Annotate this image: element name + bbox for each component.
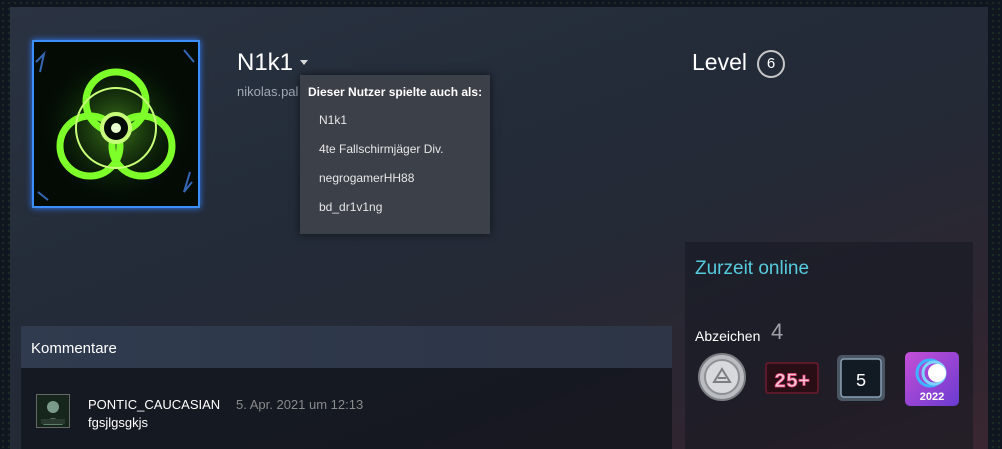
comments-section: Kommentare PONTIC_CAUCASIAN 5. Apr. 2021… — [21, 326, 672, 449]
online-status: Zurzeit online — [695, 258, 810, 279]
comment-author[interactable]: PONTIC_CAUCASIAN — [88, 397, 220, 412]
biohazard-icon — [34, 42, 198, 206]
games-25-label: 25+ — [774, 371, 810, 394]
alias-item: bd_dr1v1ng — [319, 200, 383, 214]
badges-count[interactable]: 4 — [771, 319, 783, 345]
level-badge[interactable]: 6 — [757, 50, 785, 78]
alias-item: negrogamerHH88 — [319, 171, 415, 185]
alias-item: N1k1 — [319, 113, 348, 127]
years-badge-label: 5 — [856, 372, 867, 392]
alias-history-popup: Dieser Nutzer spielte auch als: N1k1 4te… — [300, 75, 490, 234]
steam-replay-2022-badge[interactable]: 2022 — [904, 351, 960, 412]
comment-author-avatar[interactable] — [36, 394, 70, 428]
alias-popup-title: Dieser Nutzer spielte auch als: — [308, 85, 483, 99]
comments-header: Kommentare — [21, 326, 672, 368]
alias-item: 4te Fallschirmjäger Div. — [319, 142, 444, 156]
service-coin-badge[interactable] — [697, 352, 747, 407]
real-name: nikolas.pal — [237, 84, 299, 99]
replay-year-label: 2022 — [920, 391, 944, 403]
comment-timestamp: 5. Apr. 2021 um 12:13 — [236, 397, 364, 412]
persona-name: N1k1 — [237, 49, 294, 76]
profile-right-panel: Zurzeit online Abzeichen 4 25+ 5 2022 — [685, 242, 973, 449]
comment-text: fgsjlgsgkjs — [88, 415, 148, 430]
level-label: Level — [692, 49, 747, 75]
games-25-badge[interactable]: 25+ — [763, 356, 821, 405]
profile-avatar[interactable] — [32, 40, 200, 208]
badges-link[interactable]: Abzeichen — [695, 328, 760, 344]
comments-title: Kommentare — [31, 340, 117, 357]
profile-page: N1k1 nikolas.pal Dieser Nutzer spielte a… — [10, 7, 988, 449]
years-badge[interactable]: 5 — [835, 353, 887, 408]
chevron-down-icon[interactable] — [300, 60, 308, 65]
